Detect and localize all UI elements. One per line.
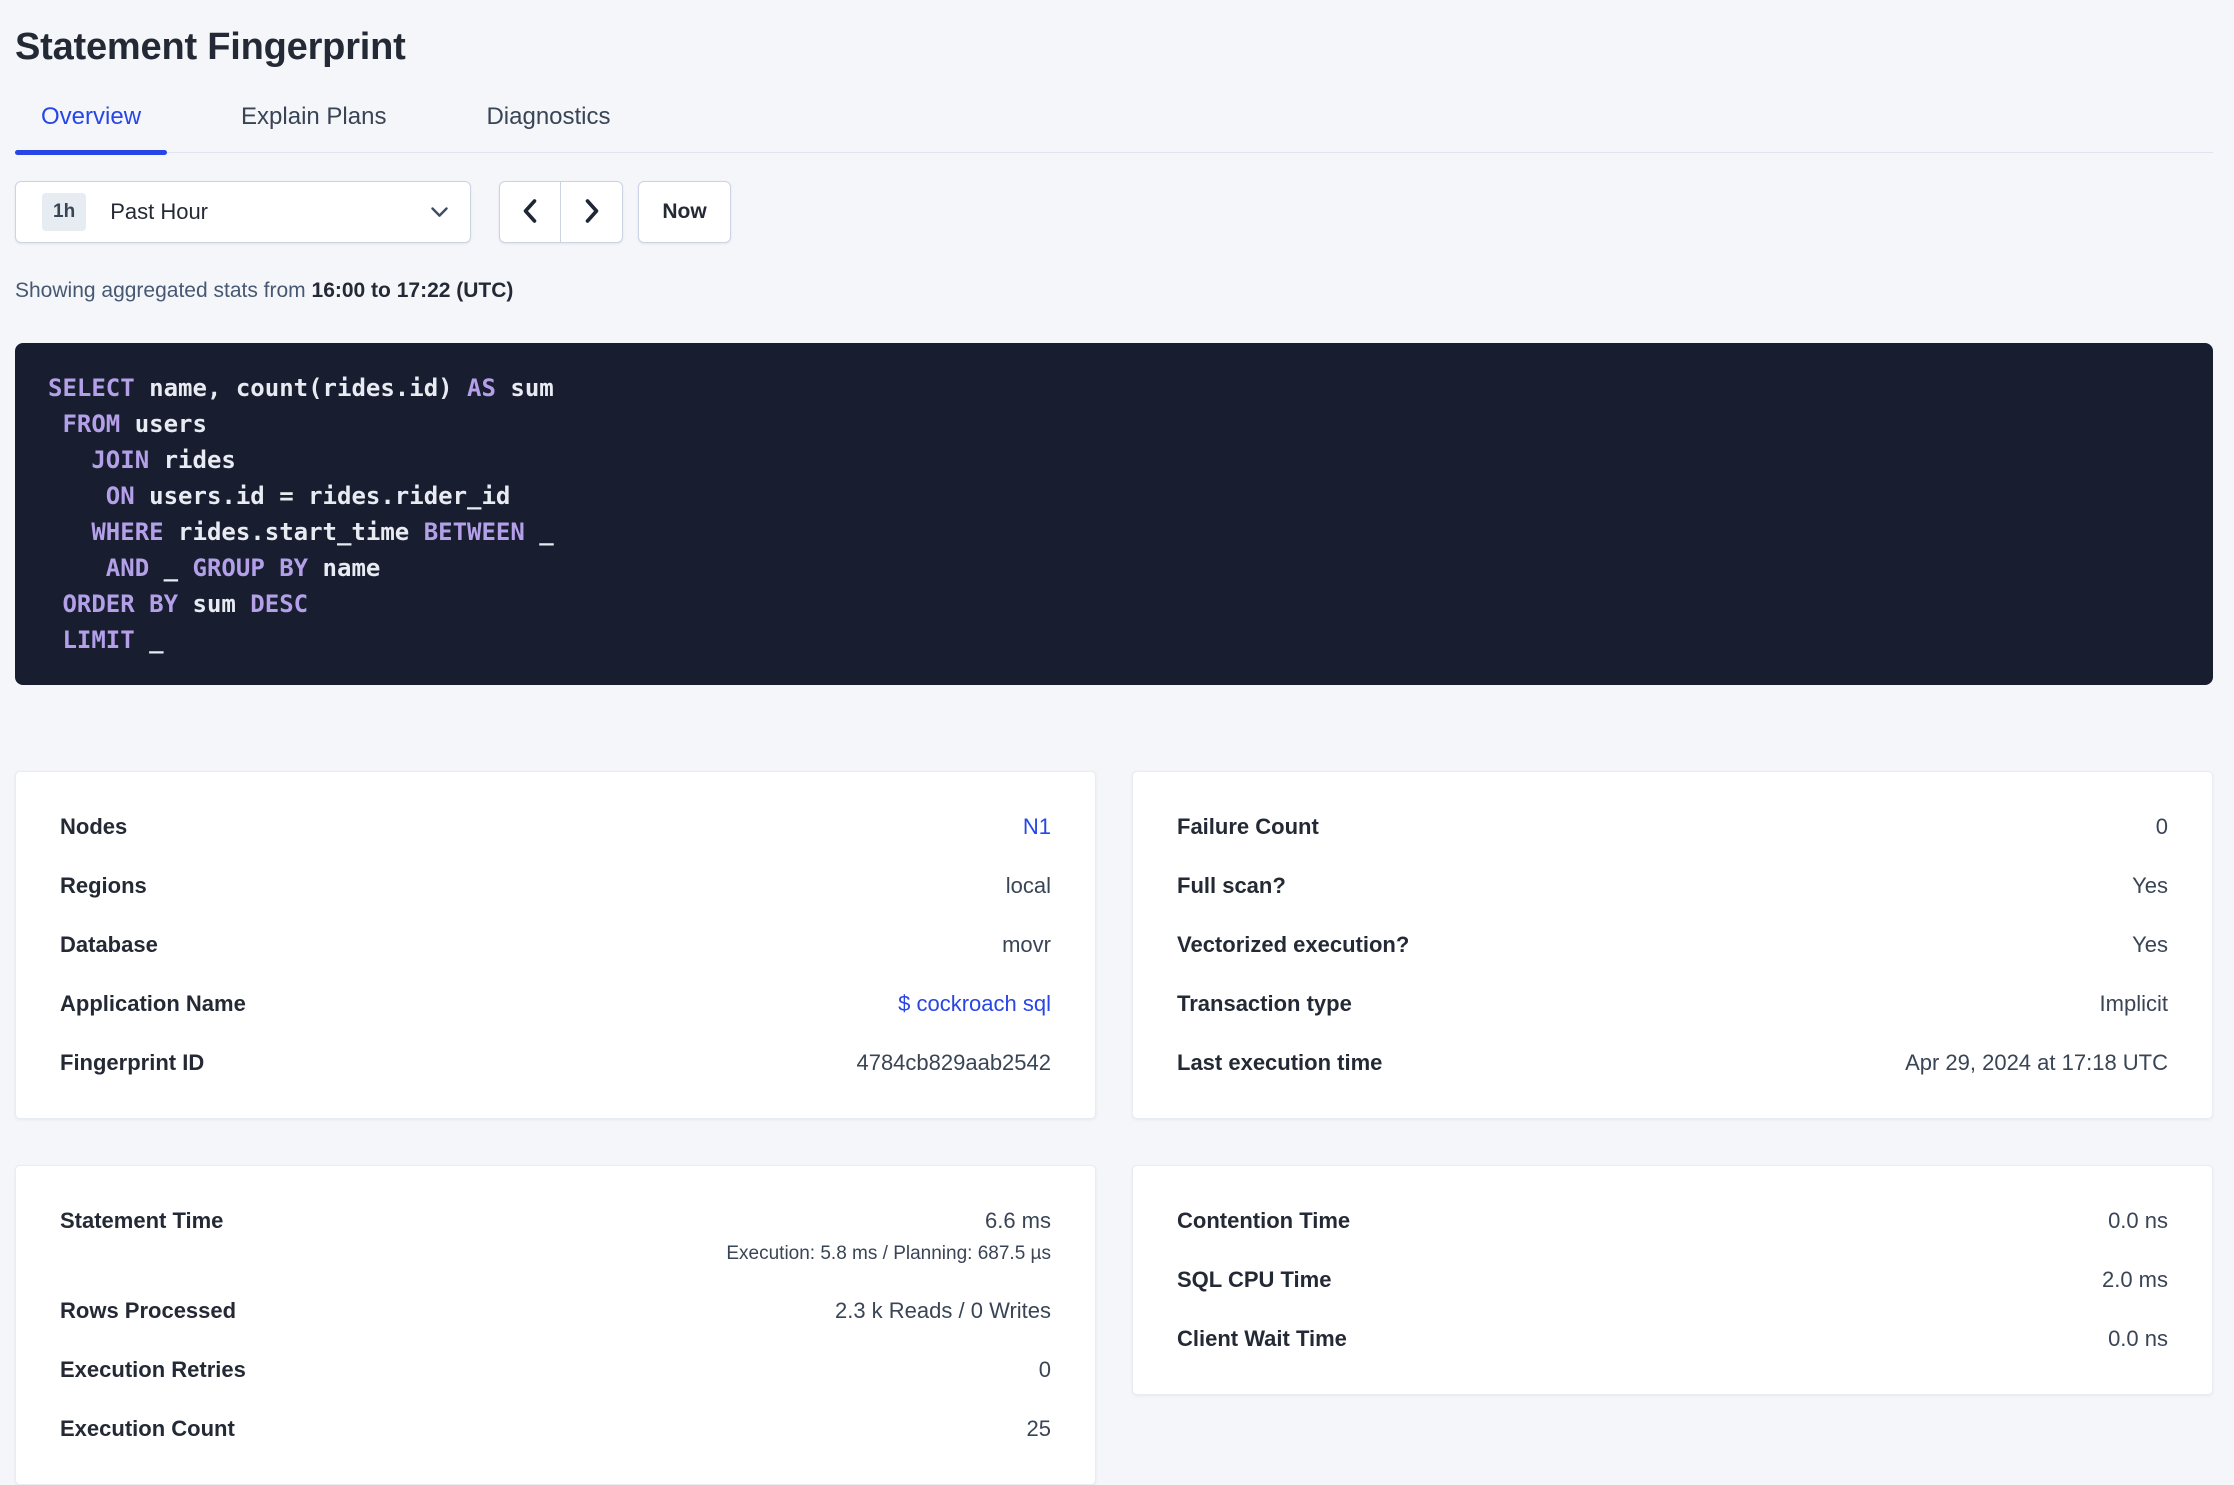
- sql-line: AND _ GROUP BY name: [48, 554, 381, 582]
- sql-line: LIMIT _: [48, 626, 164, 654]
- cards-grid: Nodes N1 Regions local Database movr App…: [15, 771, 2213, 1485]
- contention-time-row: Contention Time 0.0 ns: [1177, 1208, 2168, 1234]
- application-name-label: Application Name: [60, 991, 246, 1016]
- contention-time-label: Contention Time: [1177, 1208, 1351, 1233]
- execution-count-row: Execution Count 25: [60, 1416, 1051, 1442]
- overview-right-card: Failure Count 0 Full scan? Yes Vectorize…: [1132, 771, 2213, 1119]
- time-range-badge: 1h: [42, 193, 87, 231]
- nodes-link[interactable]: N1: [1023, 814, 1051, 840]
- tab-diagnostics-label: Diagnostics: [486, 103, 611, 130]
- transaction-type-label: Transaction type: [1177, 991, 1352, 1016]
- nodes-label: Nodes: [60, 814, 128, 839]
- sql-cpu-time-value: 2.0 ms: [2101, 1267, 2168, 1292]
- vectorized-execution-row: Vectorized execution? Yes: [1177, 932, 2168, 958]
- last-execution-time-label: Last execution time: [1177, 1050, 1383, 1075]
- stats-line-range: 16:00 to 17:22 (UTC): [311, 279, 514, 302]
- last-execution-time-row: Last execution time Apr 29, 2024 at 17:1…: [1177, 1050, 2168, 1076]
- execution-retries-value: 0: [1038, 1357, 1051, 1382]
- chevron-down-icon: [431, 206, 448, 218]
- database-row: Database movr: [60, 932, 1051, 958]
- failure-count-value: 0: [2155, 814, 2168, 839]
- tab-explain-plans[interactable]: Explain Plans: [215, 103, 412, 152]
- execution-count-value: 25: [1026, 1416, 1051, 1441]
- aggregated-stats-line: Showing aggregated stats from 16:00 to 1…: [15, 279, 2213, 303]
- execution-retries-row: Execution Retries 0: [60, 1357, 1051, 1383]
- client-wait-time-label: Client Wait Time: [1177, 1326, 1347, 1351]
- time-controls: 1h Past Hour Now: [15, 181, 2213, 243]
- nodes-row: Nodes N1: [60, 814, 1051, 840]
- sql-line: ORDER BY sum DESC: [48, 590, 309, 618]
- fingerprint-id-row: Fingerprint ID 4784cb829aab2542: [60, 1050, 1051, 1076]
- tab-explain-plans-label: Explain Plans: [241, 103, 387, 130]
- application-name-link[interactable]: $ cockroach sql: [898, 991, 1051, 1017]
- stats-line-prefix: Showing aggregated stats from: [15, 279, 312, 302]
- tab-overview[interactable]: Overview: [15, 103, 168, 155]
- previous-interval-button[interactable]: [500, 182, 561, 242]
- vectorized-execution-value: Yes: [2132, 932, 2168, 957]
- chevron-right-icon: [581, 197, 603, 228]
- client-wait-time-row: Client Wait Time 0.0 ns: [1177, 1326, 2168, 1352]
- statement-time-label: Statement Time: [60, 1208, 224, 1233]
- application-name-row: Application Name $ cockroach sql: [60, 991, 1051, 1017]
- sql-cpu-time-row: SQL CPU Time 2.0 ms: [1177, 1267, 2168, 1293]
- rows-processed-value: 2.3 k Reads / 0 Writes: [834, 1298, 1051, 1323]
- sql-line: SELECT name, count(rides.id) AS sum: [48, 374, 554, 402]
- statement-time-row: Statement Time 6.6 ms Execution: 5.8 ms …: [60, 1208, 1051, 1265]
- failure-count-row: Failure Count 0: [1177, 814, 2168, 840]
- sql-line: WHERE rides.start_time BETWEEN _: [48, 518, 554, 546]
- database-value: movr: [1002, 932, 1051, 957]
- last-execution-time-value: Apr 29, 2024 at 17:18 UTC: [1905, 1050, 2168, 1075]
- full-scan-row: Full scan? Yes: [1177, 873, 2168, 899]
- vectorized-execution-label: Vectorized execution?: [1177, 932, 1410, 957]
- regions-row: Regions local: [60, 873, 1051, 899]
- now-button[interactable]: Now: [638, 181, 731, 243]
- overview-left-card: Nodes N1 Regions local Database movr App…: [15, 771, 1096, 1119]
- sql-cpu-time-label: SQL CPU Time: [1177, 1267, 1332, 1292]
- sql-line: FROM users: [48, 410, 207, 438]
- client-wait-time-value: 0.0 ns: [2108, 1326, 2168, 1351]
- tab-overview-label: Overview: [41, 103, 142, 130]
- full-scan-label: Full scan?: [1177, 873, 1286, 898]
- full-scan-value: Yes: [2132, 873, 2168, 898]
- page-title: Statement Fingerprint: [15, 26, 406, 68]
- chevron-left-icon: [519, 197, 541, 228]
- next-interval-button[interactable]: [561, 182, 622, 242]
- time-range-label: Past Hour: [110, 199, 209, 224]
- statement-fingerprint-page: Statement Fingerprint Overview Explain P…: [0, 26, 2234, 1485]
- regions-value: local: [1005, 873, 1051, 898]
- contention-time-value: 0.0 ns: [2108, 1208, 2168, 1233]
- transaction-type-row: Transaction type Implicit: [1177, 991, 2168, 1017]
- sql-line: JOIN rides: [48, 446, 236, 474]
- database-label: Database: [60, 932, 158, 957]
- regions-label: Regions: [60, 873, 147, 898]
- rows-processed-label: Rows Processed: [60, 1298, 237, 1323]
- statement-time-value: 6.6 ms: [984, 1208, 1051, 1233]
- execution-count-label: Execution Count: [60, 1416, 235, 1441]
- tab-diagnostics[interactable]: Diagnostics: [460, 103, 636, 152]
- execution-retries-label: Execution Retries: [60, 1357, 246, 1382]
- fingerprint-id-label: Fingerprint ID: [60, 1050, 205, 1075]
- statement-time-breakdown: Execution: 5.8 ms / Planning: 687.5 µs: [726, 1243, 1051, 1264]
- fingerprint-id-value: 4784cb829aab2542: [856, 1050, 1051, 1075]
- tab-bar: Overview Explain Plans Diagnostics: [15, 103, 2213, 155]
- failure-count-label: Failure Count: [1177, 814, 1319, 839]
- sql-line: ON users.id = rides.rider_id: [48, 482, 511, 510]
- statement-time-values: 6.6 ms Execution: 5.8 ms / Planning: 687…: [726, 1208, 1051, 1265]
- statement-stats-card: Statement Time 6.6 ms Execution: 5.8 ms …: [15, 1165, 1096, 1485]
- time-pager: [499, 181, 623, 243]
- time-stats-card: Contention Time 0.0 ns SQL CPU Time 2.0 …: [1132, 1165, 2213, 1395]
- sql-statement-box: SELECT name, count(rides.id) AS sum FROM…: [15, 343, 2213, 685]
- rows-processed-row: Rows Processed 2.3 k Reads / 0 Writes: [60, 1298, 1051, 1324]
- time-range-select[interactable]: 1h Past Hour: [15, 181, 471, 243]
- transaction-type-value: Implicit: [2099, 991, 2168, 1016]
